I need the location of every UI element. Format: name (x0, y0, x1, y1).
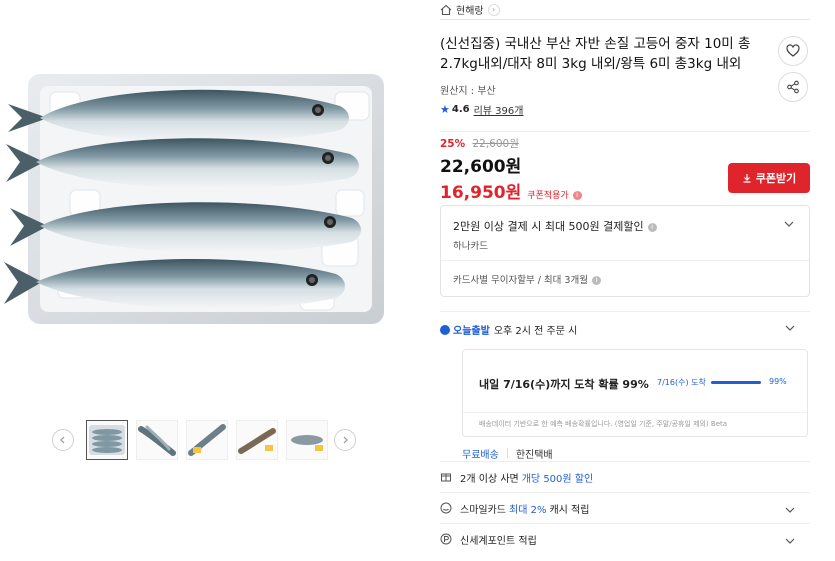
origin-text: 원산지 : 부산 (440, 86, 496, 97)
coupon-download-button[interactable]: 쿠폰받기 (728, 163, 810, 193)
benefit-text: 스마일카드 (460, 504, 506, 516)
delivery-section: 오늘출발 오후 2시 전 주문 시 내일 7/16(수)까지 도착 확률 99%… (440, 311, 810, 461)
wishlist-button[interactable] (778, 36, 808, 66)
benefit-highlight: 최대 2% (509, 504, 547, 516)
thumbnail-2[interactable] (136, 420, 178, 460)
card-discount-text: 2만원 이상 결제 시 최대 500원 결제할인 i (453, 218, 657, 234)
chevron-down-icon[interactable] (784, 322, 796, 334)
thumb-prev-button[interactable] (52, 429, 74, 451)
review-link[interactable]: 리뷰 396개 (474, 102, 524, 117)
coupon-price: 16,950원 (440, 183, 522, 203)
benefit-text-suffix: 캐시 적립 (549, 504, 590, 516)
chevron-right-icon: › (487, 3, 500, 16)
card-name: 하나카드 (453, 241, 488, 252)
brand-breadcrumb[interactable]: 현해랑 › (440, 0, 810, 20)
bundle-icon (441, 473, 451, 482)
discount-rate: 25% (440, 138, 466, 150)
smile-card-icon (440, 502, 452, 514)
star-icon: ★ (440, 103, 450, 116)
benefit-row-bundle[interactable]: 2개 이상 사면 개당 500원 할인 (440, 461, 810, 492)
chevron-down-icon[interactable] (784, 535, 796, 547)
thumbnail-4[interactable] (236, 420, 278, 460)
rating-row: ★ 4.6 리뷰 396개 (440, 102, 810, 117)
info-icon[interactable]: i (591, 276, 601, 285)
forecast-note: 배송데이터 기반으로 한 예측 배송확률입니다. (영업일 기준, 주말/공휴일… (463, 412, 807, 429)
installment-text: 카드사별 무이자할부 / 최대 3개월 i (453, 272, 601, 286)
product-info-panel: 현해랑 › (신선집중) 국내산 부산 자반 손질 고등어 중자 10미 총 2… (440, 0, 810, 554)
price-block: 25% 22,600원 22,600원 16,950원 쿠폰적용가 i 쿠폰받기 (440, 131, 810, 203)
original-price: 22,600원 (472, 138, 519, 150)
carrier-name: 한진택배 (515, 449, 553, 461)
point-icon (440, 533, 452, 545)
free-shipping-label: 무료배송 (462, 449, 499, 461)
coupon-button-label: 쿠폰받기 (755, 172, 797, 185)
benefit-row-smilecard[interactable]: 스마일카드 최대 2% 캐시 적립 (440, 492, 810, 523)
benefit-highlight: 개당 500원 할인 (521, 473, 594, 485)
truck-icon (440, 324, 450, 335)
coupon-note: 쿠폰적용가 i (527, 188, 582, 201)
today-shipping-label: 오늘출발 (453, 326, 490, 337)
card-discount-box[interactable]: 2만원 이상 결제 시 최대 500원 결제할인 i 하나카드 카드사별 무이자할… (440, 205, 810, 297)
share-icon (787, 80, 799, 94)
home-icon (440, 4, 452, 15)
product-main-image (0, 0, 410, 400)
delivery-forecast-box: 내일 7/16(수)까지 도착 확률 99% 7/16(수) 도착 99% 배송… (462, 349, 808, 437)
info-icon[interactable]: i (572, 191, 582, 200)
info-icon[interactable]: i (647, 222, 657, 232)
card-discount-label: 2만원 이상 결제 시 최대 500원 결제할인 (453, 220, 644, 233)
installment-label: 카드사별 무이자할부 / 최대 3개월 (453, 275, 588, 286)
today-shipping-badge: 오늘출발 (440, 322, 490, 337)
download-icon (743, 174, 751, 183)
thumbnail-1[interactable] (86, 420, 128, 460)
rating-score: 4.6 (451, 104, 470, 115)
coupon-note-label: 쿠폰적용가 (527, 191, 569, 201)
forecast-date: 7/16(수) 도착 (657, 378, 706, 387)
chevron-down-icon[interactable] (783, 218, 795, 230)
chevron-left-icon (60, 436, 65, 444)
chevron-down-icon[interactable] (784, 504, 796, 516)
cutoff-text: 오후 2시 전 주문 시 (493, 326, 578, 337)
brand-name[interactable]: 현해랑 (456, 2, 484, 17)
forecast-main-text: 내일 7/16(수)까지 도착 확률 99% (479, 378, 649, 391)
product-title: (신선집중) 국내산 부산 자반 손질 고등어 중자 10미 총 2.7kg내외… (440, 36, 751, 72)
benefit-text: 2개 이상 사면 (460, 473, 519, 485)
thumbnail-5[interactable] (286, 420, 328, 460)
forecast-progress-fill (711, 381, 761, 384)
share-button[interactable] (778, 72, 808, 102)
chevron-right-icon (343, 436, 348, 444)
thumbnail-strip (52, 418, 364, 462)
forecast-progress-bar (711, 381, 761, 384)
benefit-row-point[interactable]: 신세계포인트 적립 (440, 523, 810, 554)
thumbnail-3[interactable] (186, 420, 228, 460)
shipping-row: 무료배송 한진택배 (462, 445, 810, 461)
heart-icon (786, 44, 800, 57)
forecast-percent: 99% (769, 377, 787, 386)
thumb-next-button[interactable] (334, 429, 356, 451)
benefit-text: 신세계포인트 적립 (460, 535, 537, 547)
